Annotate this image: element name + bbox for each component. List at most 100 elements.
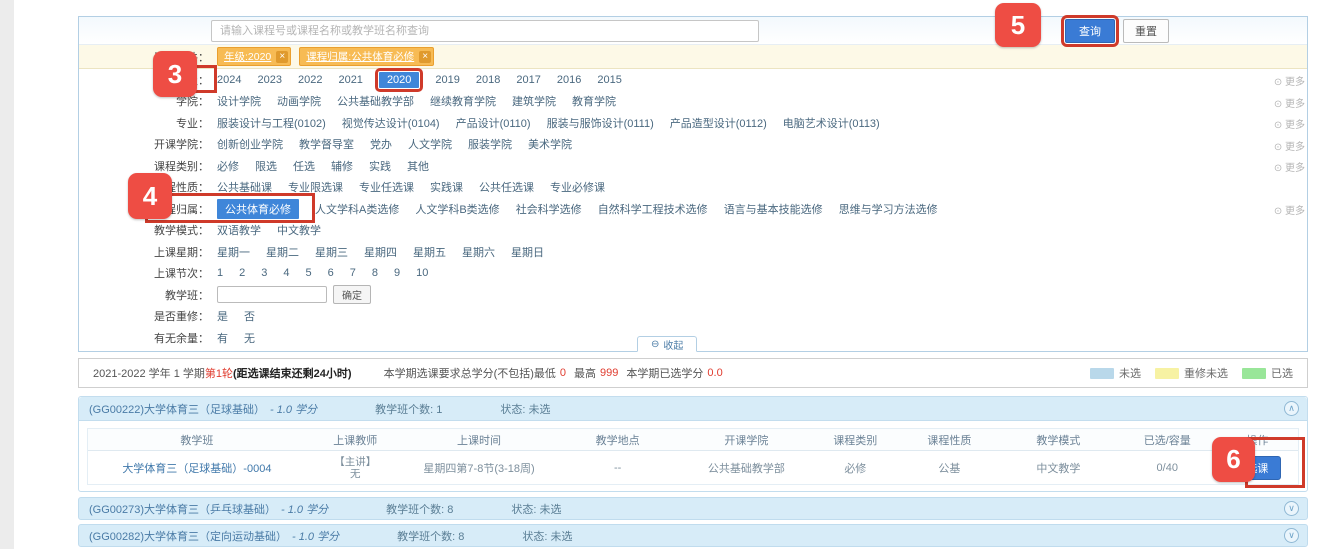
filter-option[interactable]: 专业任选课 [359,179,414,195]
filter-option[interactable]: 美术学院 [528,136,572,152]
filter-option[interactable]: 教学督导室 [299,136,354,152]
condition-tag-belong[interactable]: 课程归属:公共体育必修 × [299,47,434,66]
filter-option[interactable]: 其他 [407,158,429,174]
more-label: 更多 [1285,99,1305,110]
course-group-orienteering[interactable]: (GG00282)大学体育三（定向运动基础） - 1.0 学分 教学班个数: 8… [78,524,1308,547]
filter-option[interactable]: 公共基础课 [217,179,272,195]
filter-option[interactable]: 服装学院 [468,136,512,152]
expand-group-icon[interactable]: ∨ [1284,528,1299,543]
filter-option[interactable]: 限选 [255,158,277,174]
expand-group-icon[interactable]: ∨ [1284,501,1299,516]
filter-option[interactable]: 服装设计与工程(0102) [217,115,326,131]
filter-option[interactable]: 自然科学工程技术选修 [598,201,708,217]
filter-option[interactable]: 2016 [557,74,581,86]
filter-option[interactable]: 1 [217,267,223,279]
filter-option[interactable]: 5 [306,267,312,279]
filter-option[interactable]: 10 [416,267,428,279]
course-group-title: (GG00282)大学体育三（定向运动基础） [89,528,287,544]
collapse-tab[interactable]: ⊖ 收起 [637,336,697,352]
filter-option[interactable]: 必修 [217,158,239,174]
filter-option[interactable]: 服装与服饰设计(0111) [547,115,654,131]
filter-option[interactable]: 星期日 [511,244,544,260]
filter-option[interactable]: 电脑艺术设计(0113) [783,115,880,131]
filter-option[interactable]: 2024 [217,74,241,86]
filter-label-major: 专业： [79,115,217,131]
class-category: 必修 [811,458,900,478]
reset-button[interactable]: 重置 [1123,19,1169,43]
more-link[interactable]: ⊙ 更多 [1274,95,1305,110]
filter-option[interactable]: 无 [244,330,255,346]
condition-tag-grade[interactable]: 年级:2020 × [217,47,291,66]
more-icon: ⊙ [1274,99,1282,110]
course-group-pingpong[interactable]: (GG00273)大学体育三（乒乓球基础） - 1.0 学分 教学班个数: 8 … [78,497,1308,520]
filter-option-selected-belong[interactable]: 公共体育必修 [217,199,299,219]
filter-option[interactable]: 星期五 [413,244,446,260]
class-number-input[interactable] [217,286,327,303]
filter-option[interactable]: 产品设计(0110) [456,115,531,131]
filter-option[interactable]: 是 [217,308,228,324]
filter-option[interactable]: 2 [239,267,245,279]
filter-option[interactable]: 星期六 [462,244,495,260]
filter-option[interactable]: 7 [350,267,356,279]
search-input[interactable] [211,20,759,42]
more-link[interactable]: ⊙ 更多 [1274,159,1305,174]
filter-option[interactable]: 建筑学院 [512,93,556,109]
filter-option-selected-grade[interactable]: 2020 [379,72,419,88]
filter-option[interactable]: 3 [261,267,267,279]
filter-option[interactable]: 产品造型设计(0112) [670,115,767,131]
filter-option[interactable]: 2023 [257,74,281,86]
query-button[interactable]: 查询 [1065,19,1115,43]
course-group-header[interactable]: (GG00222)大学体育三（足球基础） - 1.0 学分 教学班个数: 1 状… [79,397,1307,421]
filter-label-course-category: 课程类别： [79,158,217,174]
more-link[interactable]: ⊙ 更多 [1274,73,1305,88]
filter-option[interactable]: 2019 [435,74,459,86]
more-link[interactable]: ⊙ 更多 [1274,202,1305,217]
filter-option[interactable]: 实践课 [430,179,463,195]
filter-option[interactable]: 2017 [516,74,540,86]
filter-option[interactable]: 动画学院 [277,93,321,109]
more-link[interactable]: ⊙ 更多 [1274,138,1305,153]
filter-option[interactable]: 语言与基本技能选修 [724,201,823,217]
collapse-group-icon[interactable]: ∧ [1284,401,1299,416]
filter-option[interactable]: 专业限选课 [288,179,343,195]
filter-option[interactable]: 人文学科A类选修 [315,201,399,217]
more-link[interactable]: ⊙ 更多 [1274,116,1305,131]
filter-option[interactable]: 人文学院 [408,136,452,152]
filter-option[interactable]: 教育学院 [572,93,616,109]
filter-option[interactable]: 社会科学选修 [516,201,582,217]
filter-option[interactable]: 任选 [293,158,315,174]
filter-option[interactable]: 辅修 [331,158,353,174]
filter-option[interactable]: 实践 [369,158,391,174]
chosen-credit-label: 本学期已选学分 [626,365,703,381]
filter-option[interactable]: 8 [372,267,378,279]
filter-option[interactable]: 思维与学习方法选修 [839,201,938,217]
filter-option[interactable]: 公共基础教学部 [337,93,414,109]
filter-option[interactable]: 中文教学 [277,222,321,238]
filter-option[interactable]: 有 [217,330,228,346]
filter-option[interactable]: 继续教育学院 [430,93,496,109]
filter-option[interactable]: 公共任选课 [479,179,534,195]
filter-option[interactable]: 党办 [370,136,392,152]
filter-option[interactable]: 6 [328,267,334,279]
filter-option[interactable]: 设计学院 [217,93,261,109]
filter-option[interactable]: 2018 [476,74,500,86]
filter-option[interactable]: 2021 [338,74,362,86]
filter-option[interactable]: 星期三 [315,244,348,260]
close-icon[interactable]: × [276,51,288,63]
confirm-button[interactable]: 确定 [333,285,371,304]
filter-option[interactable]: 人文学科B类选修 [415,201,499,217]
filter-option[interactable]: 否 [244,308,255,324]
filter-option[interactable]: 星期一 [217,244,250,260]
close-icon[interactable]: × [419,51,431,63]
filter-option[interactable]: 9 [394,267,400,279]
filter-option[interactable]: 星期二 [266,244,299,260]
filter-option[interactable]: 视觉传达设计(0104) [342,115,440,131]
filter-option[interactable]: 专业必修课 [550,179,605,195]
filter-option[interactable]: 创新创业学院 [217,136,283,152]
filter-option[interactable]: 双语教学 [217,222,261,238]
filter-option[interactable]: 4 [283,267,289,279]
filter-option[interactable]: 2022 [298,74,322,86]
filter-option[interactable]: 2015 [597,74,621,86]
filter-option[interactable]: 星期四 [364,244,397,260]
class-name-link[interactable]: 大学体育三（足球基础）-0004 [88,458,306,478]
